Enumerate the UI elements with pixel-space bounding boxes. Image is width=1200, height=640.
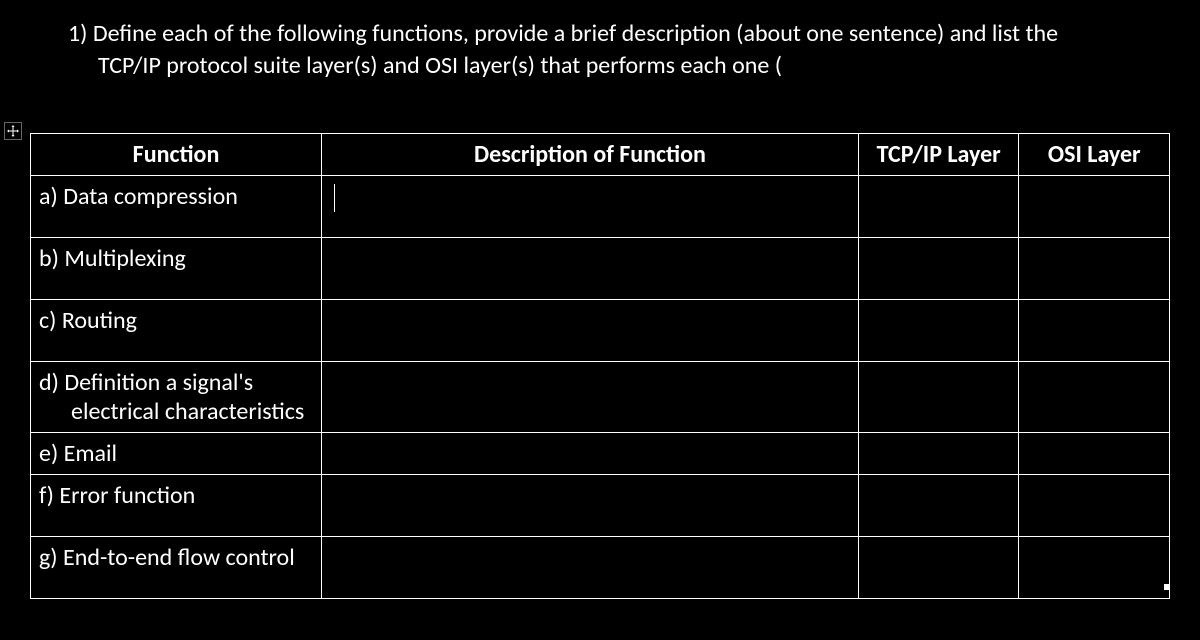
cell-function[interactable]: f) Error function (31, 474, 322, 536)
cell-description[interactable] (322, 237, 859, 299)
text-cursor (334, 184, 335, 212)
cell-osi[interactable] (1019, 361, 1170, 432)
cell-description[interactable] (322, 175, 859, 237)
table-resize-handle[interactable] (1164, 584, 1170, 590)
cell-tcpip[interactable] (858, 361, 1019, 432)
cell-function[interactable]: d) Definition a signal's electrical char… (31, 361, 322, 432)
cell-osi[interactable] (1019, 474, 1170, 536)
table-row: d) Definition a signal's electrical char… (31, 361, 1170, 432)
cell-function[interactable]: e) Email (31, 432, 322, 474)
cell-description[interactable] (322, 432, 859, 474)
cell-function[interactable]: g) End-to-end flow control (31, 536, 322, 598)
table-row: c) Routing (31, 299, 1170, 361)
cell-function-line1: d) Definition a signal's (39, 368, 253, 397)
table-row: a) Data compression (31, 175, 1170, 237)
cell-function[interactable]: c) Routing (31, 299, 322, 361)
table-row: f) Error function (31, 474, 1170, 536)
cell-tcpip[interactable] (858, 237, 1019, 299)
cell-tcpip[interactable] (858, 536, 1019, 598)
cell-osi[interactable] (1019, 432, 1170, 474)
cell-osi[interactable] (1019, 536, 1170, 598)
cell-description[interactable] (322, 474, 859, 536)
cell-tcpip[interactable] (858, 474, 1019, 536)
header-function: Function (31, 133, 322, 175)
table-row: g) End-to-end flow control (31, 536, 1170, 598)
table-move-handle-icon[interactable] (4, 122, 22, 140)
cell-description[interactable] (322, 361, 859, 432)
cell-description[interactable] (322, 299, 859, 361)
cell-tcpip[interactable] (858, 299, 1019, 361)
question-line-2: TCP/IP protocol suite layer(s) and OSI l… (98, 51, 782, 80)
cell-function[interactable]: a) Data compression (31, 175, 322, 237)
cell-tcpip[interactable] (858, 432, 1019, 474)
cell-function[interactable]: b) Multiplexing (31, 237, 322, 299)
header-tcpip: TCP/IP Layer (858, 133, 1019, 175)
functions-table: Function Description of Function TCP/IP … (30, 133, 1170, 599)
question-line-1: Define each of the following functions, … (93, 19, 1058, 48)
redacted-block (784, 56, 999, 80)
cell-osi[interactable] (1019, 237, 1170, 299)
cell-function-line2: electrical characteristics (39, 397, 313, 426)
header-osi: OSI Layer (1019, 133, 1170, 175)
question-prompt: 1) Define each of the following function… (68, 18, 1170, 83)
question-number: 1) (68, 19, 87, 48)
cell-osi[interactable] (1019, 175, 1170, 237)
table-row: e) Email (31, 432, 1170, 474)
table-row: b) Multiplexing (31, 237, 1170, 299)
table-header-row: Function Description of Function TCP/IP … (31, 133, 1170, 175)
cell-osi[interactable] (1019, 299, 1170, 361)
header-description: Description of Function (322, 133, 859, 175)
cell-description[interactable] (322, 536, 859, 598)
cell-tcpip[interactable] (858, 175, 1019, 237)
